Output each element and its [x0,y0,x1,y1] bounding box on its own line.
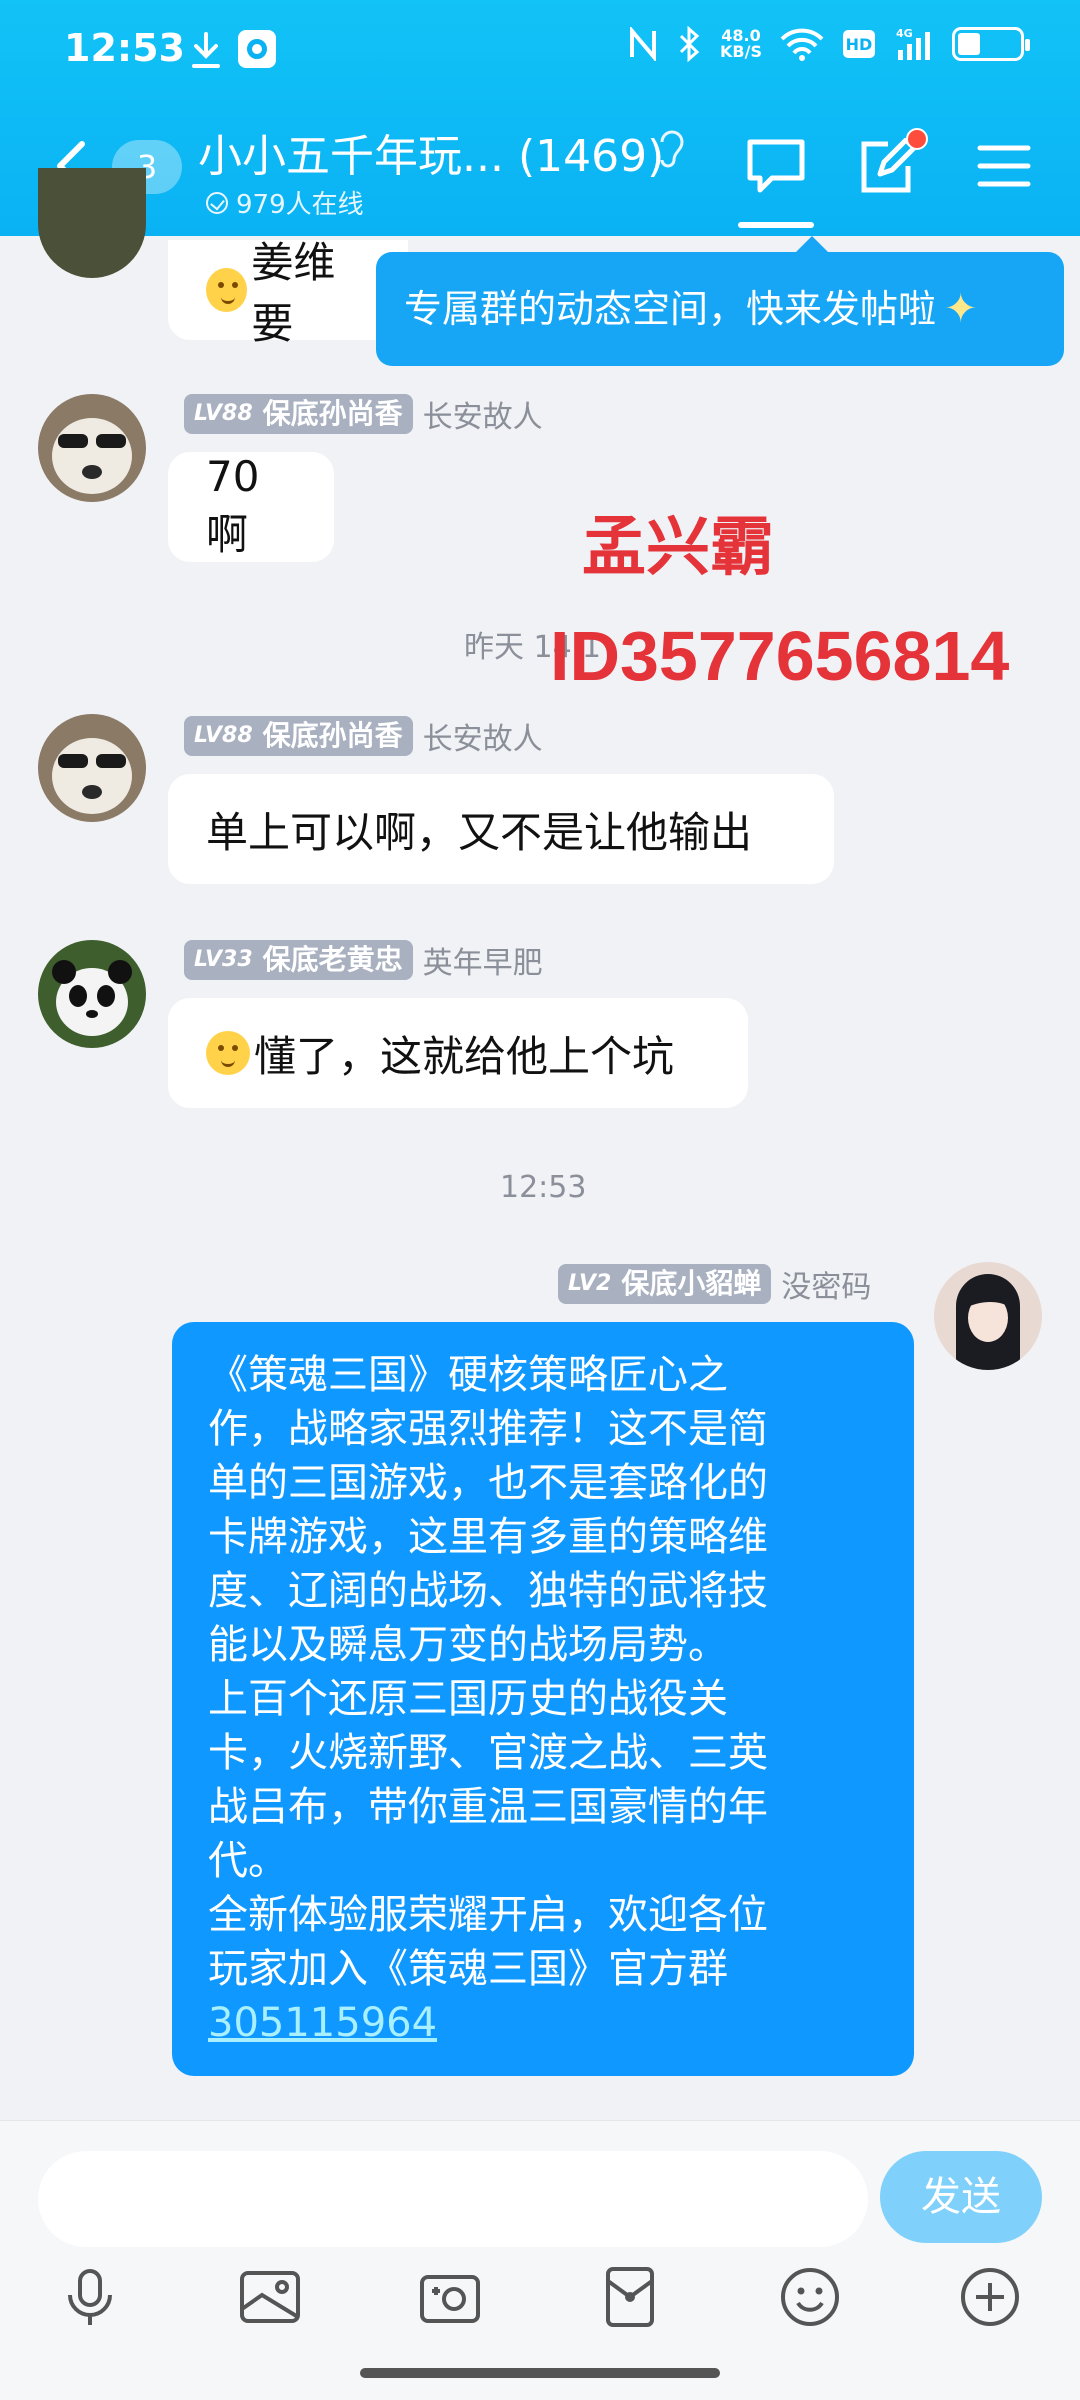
online-count-text: 979人在线 [236,190,364,220]
tooltip-text: 专属群的动态空间，快来发帖啦 [404,287,937,331]
wifi-icon [780,28,824,61]
watermark-name: 孟兴霸 [582,511,774,585]
svg-text:4G: 4G [896,27,913,40]
sender-title: 长安故人 [422,722,543,757]
battery-icon [952,27,1030,61]
level-tag: LV2 保底小貂蝉 [558,1264,772,1304]
level-tag: LV33 保底老黄忠 [184,940,413,980]
emoji-icon [206,1031,250,1075]
bluetooth-icon [679,26,700,62]
notification-dot [906,128,928,150]
my-message-text: 《策魂三国》硬核策略匠心之 作，战略家强烈推荐！这不是简 单的三国游戏，也不是套… [208,1352,768,1992]
status-right: 48.0 KB/S HD 4G [626,26,1030,62]
my-message-bubble[interactable]: 《策魂三国》硬核策略匠心之 作，战略家强烈推荐！这不是简 单的三国游戏，也不是套… [172,1322,914,2076]
status-time: 12:53 [64,26,185,70]
camera-icon[interactable] [418,2265,482,2329]
message-text: 姜维要 [251,238,336,348]
ear-mode-icon [660,130,684,168]
chat-header: 12:53 48.0 KB/S HD 4G 3 小小五千年玩... (1469)… [0,0,1080,236]
avatar[interactable] [38,940,146,1048]
menu-icon[interactable] [974,138,1034,194]
message-bubble: 姜维要 [168,238,408,348]
post-tooltip[interactable]: 专属群的动态空间，快来发帖啦 ✦ [376,236,1064,366]
girl-avatar [934,1262,1042,1370]
sender-title: 没密码 [781,1270,872,1305]
status-bar: 12:53 48.0 KB/S HD 4G [0,0,1080,100]
sender-name[interactable]: 保底小貂蝉 [621,1264,761,1304]
message-text: 懂了，这就给他上个坑 [254,1031,675,1081]
sender-title: 英年早肥 [422,946,543,981]
sender-title: 长安故人 [422,400,543,435]
sender-meta: LV88 保底孙尚香 长安故人 [184,392,543,436]
dog-sunglasses-avatar [38,714,146,822]
avatar[interactable] [38,714,146,822]
online-count: 979人在线 [206,184,364,221]
add-more-icon[interactable] [958,2265,1022,2329]
watermark-id: ID3577656814 [550,617,1010,695]
message-bubble[interactable]: 懂了，这就给他上个坑 [168,998,748,1108]
message-input[interactable] [38,2151,868,2247]
sender-name[interactable]: 保底老黄忠 [263,940,403,980]
sender-meta: LV33 保底老黄忠 英年早肥 [184,938,543,982]
composer-bar: 发送 [0,2120,1080,2400]
message-text: 单上可以啊，又不是让他输出 [206,807,753,857]
my-sender-meta: LV2 保底小貂蝉 没密码 [558,1262,871,1306]
svg-text:HD: HD [846,35,873,54]
group-title[interactable]: 小小五千年玩... (1469) [198,120,664,184]
chat-bubble-icon[interactable] [746,138,806,194]
panda-avatar [38,940,146,1048]
network-speed: 48.0 KB/S [720,28,762,60]
image-icon[interactable] [238,2265,302,2329]
hd-icon: HD [843,30,875,58]
avatar[interactable] [38,394,146,502]
sender-meta: LV88 保底孙尚香 长安故人 [184,714,543,758]
message-bubble[interactable]: 单上可以啊，又不是让他输出 [168,774,834,884]
active-tab-indicator [738,222,814,228]
level-tag: LV88 保底孙尚香 [184,394,413,434]
level-tag: LV88 保底孙尚香 [184,716,413,756]
speed-unit: KB/S [720,42,762,61]
app-notification-icon [238,30,276,68]
download-icon [192,32,220,68]
dog-sunglasses-avatar [38,394,146,502]
message-text: 70啊 [206,452,260,559]
level-label: LV88 [194,401,253,426]
sender-name[interactable]: 保底孙尚香 [263,716,403,756]
level-label: LV33 [194,947,253,972]
avatar[interactable] [38,168,146,278]
level-label: LV88 [194,723,253,748]
red-packet-icon[interactable] [598,2265,662,2329]
emoji-picker-icon[interactable] [778,2265,842,2329]
emoji-icon [206,268,248,312]
group-number-link[interactable]: 305115964 [208,2000,437,2046]
send-button[interactable]: 发送 [880,2151,1042,2243]
level-label: LV2 [568,1271,612,1296]
sparkle-icon: ✦ [944,286,978,332]
nfc-icon [630,27,657,61]
microphone-icon[interactable] [58,2265,122,2329]
signal-icon: 4G [896,27,930,60]
home-indicator[interactable] [360,2368,720,2378]
timestamp-now: 12:53 [500,1170,587,1205]
my-avatar[interactable] [934,1262,1042,1370]
message-bubble[interactable]: 70啊 [168,452,334,562]
online-check-icon [206,191,228,214]
sender-name[interactable]: 保底孙尚香 [263,394,403,434]
